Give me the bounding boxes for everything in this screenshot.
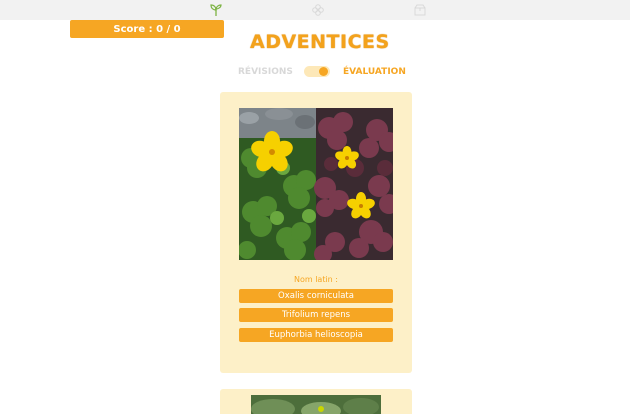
answer-option-1[interactable]: Oxalis corniculata [239,289,393,303]
latin-name-label: Nom latin : [293,275,338,284]
answer-option-3[interactable]: Euphorbia helioscopia [239,328,393,342]
app-logo-title: ADVENTICES [250,31,390,53]
answer-option-2[interactable]: Trifolium repens [239,308,393,322]
top-nav-bar [0,0,630,20]
toggle-knob [319,67,328,76]
revisions-mode-label[interactable]: RÉVISIONS [238,67,293,77]
quiz-card: Nom latin : Oxalis corniculata Trifolium… [220,92,412,373]
flower-icon[interactable] [309,1,327,19]
mode-toggle[interactable] [304,66,330,77]
score-badge: Score : 0 / 0 [70,20,224,38]
evaluation-mode-label[interactable]: ÉVALUATION [343,67,406,77]
box-icon[interactable] [411,1,429,19]
sprout-icon[interactable] [207,1,225,19]
next-quiz-card [220,389,412,414]
plant-photo [239,108,393,260]
next-plant-photo [251,395,381,414]
mode-switch: RÉVISIONS ÉVALUATION [230,64,410,80]
